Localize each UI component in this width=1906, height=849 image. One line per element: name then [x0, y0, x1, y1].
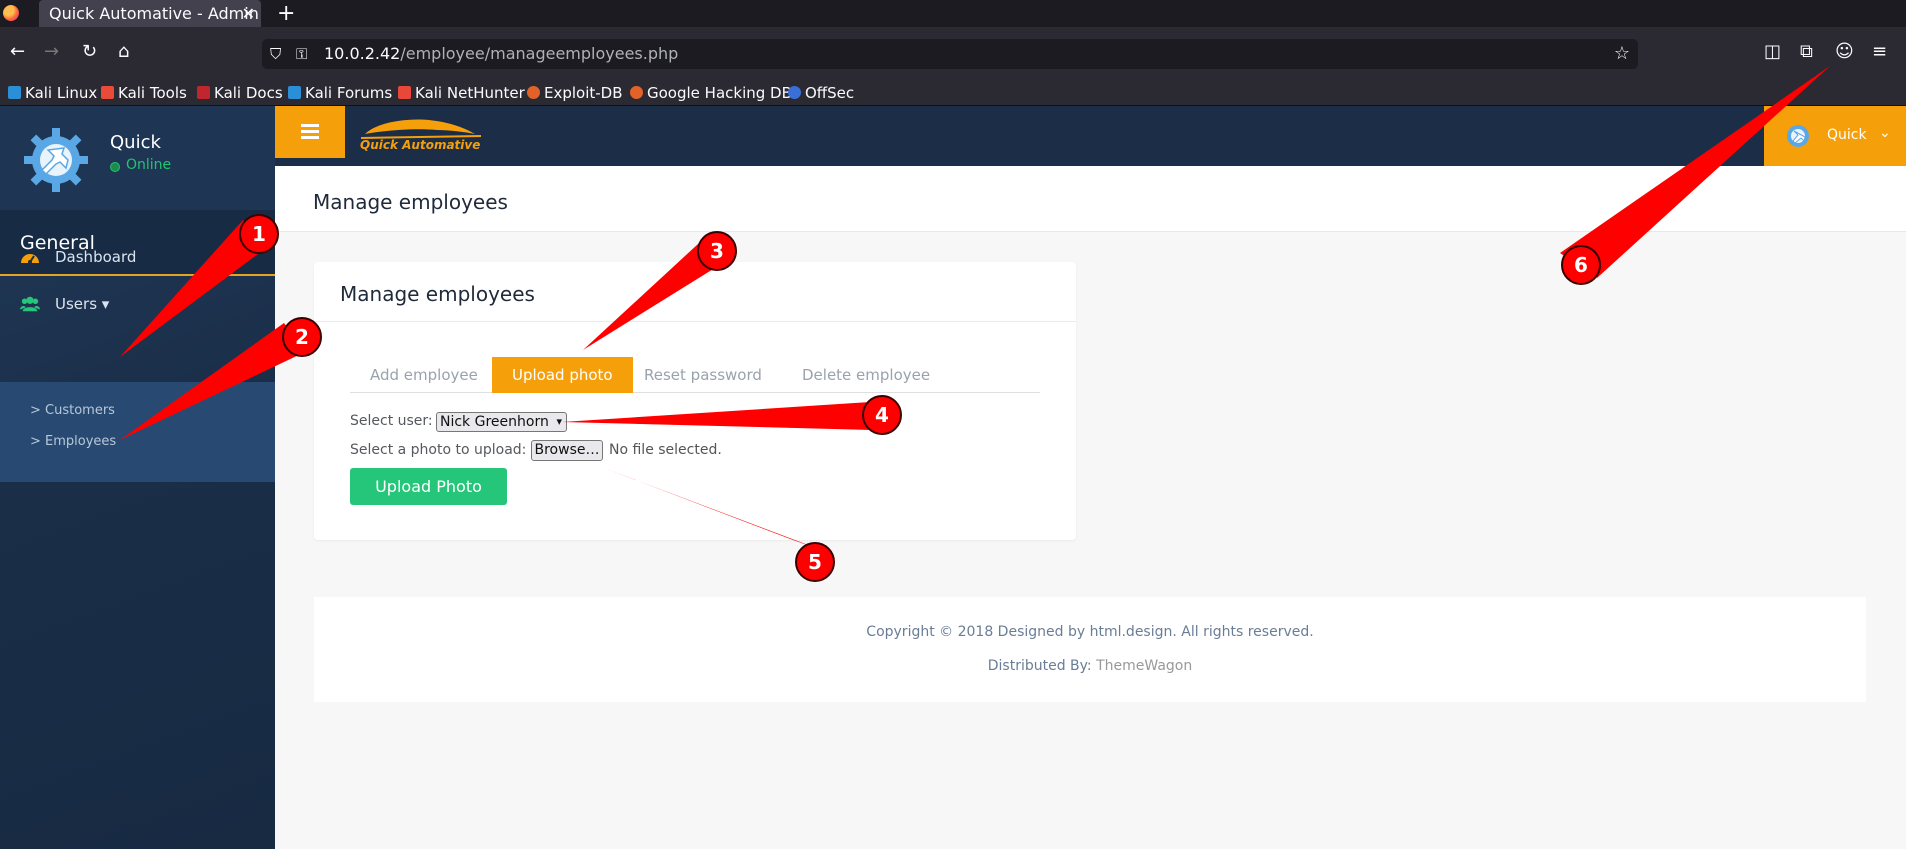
- file-status-text: No file selected.: [609, 442, 722, 458]
- card-title: Manage employees: [340, 282, 535, 306]
- bookmark-exploit-db[interactable]: Exploit-DB: [527, 83, 623, 103]
- annotation-marker-5: [795, 542, 835, 582]
- kali-nethunter-icon: [398, 86, 411, 99]
- browser-tab[interactable]: Quick Automative - Admin pa ✕: [39, 0, 261, 27]
- distributed-prefix: Distributed By:: [987, 658, 1097, 674]
- sidebar: Quick Online General Dashboard Users ▾ >…: [0, 106, 275, 849]
- url-path: /employee/manageemployees.php: [400, 44, 679, 63]
- sidebar-profile: Quick Online: [0, 106, 275, 210]
- kali-linux-icon: [8, 86, 21, 99]
- chevron-down-icon: ▾: [556, 415, 562, 428]
- users-submenu: > Customers > Employees: [0, 382, 275, 482]
- address-bar[interactable]: ⛉ ⚿ 10.0.2.42/employee/manageemployees.p…: [262, 39, 1638, 69]
- shield-icon[interactable]: ⛉: [270, 39, 281, 69]
- bookmark-kali-docs[interactable]: Kali Docs: [197, 83, 283, 103]
- tab-reset-password[interactable]: Reset password: [624, 357, 782, 393]
- back-arrow-icon[interactable]: ←: [10, 41, 25, 63]
- upload-photo-button[interactable]: Upload Photo: [350, 468, 507, 505]
- sidebar-item-customers[interactable]: > Customers: [30, 403, 115, 418]
- sidebar-item-label: Users ▾: [55, 295, 110, 313]
- bookmark-kali-linux[interactable]: Kali Linux: [8, 83, 97, 103]
- profile-name: Quick: [110, 132, 161, 153]
- users-icon: [20, 296, 40, 312]
- annotation-label-6: 6: [1574, 253, 1588, 277]
- url-host: 10.0.2.42: [324, 44, 401, 63]
- card-divider: [314, 321, 1076, 322]
- employee-tabs: Add employee Upload photo Reset password…: [350, 357, 1040, 393]
- new-tab-button[interactable]: +: [277, 0, 295, 27]
- sidebar-toggle-button[interactable]: [275, 106, 345, 158]
- copyright-text: Copyright © 2018 Designed by html.design…: [866, 624, 1314, 640]
- footer: Copyright © 2018 Designed by html.design…: [314, 597, 1866, 702]
- online-status: Online: [126, 157, 172, 173]
- browser-tab-bar: Quick Automative - Admin pa ✕ +: [0, 0, 1906, 27]
- kali-tools-icon: [101, 86, 114, 99]
- offsec-icon: [788, 86, 801, 99]
- page-info-icon[interactable]: ⚿: [296, 39, 307, 69]
- gear-wrench-avatar-icon: [1787, 125, 1809, 147]
- firefox-logo-icon: [3, 5, 19, 21]
- user-name: Quick: [1827, 127, 1867, 143]
- photo-upload-label: Select a photo to upload:: [350, 442, 527, 458]
- tab-delete-employee[interactable]: Delete employee: [782, 357, 950, 393]
- profile-extension-icon[interactable]: ☺: [1835, 41, 1854, 62]
- user-menu-button[interactable]: Quick ⌄: [1764, 106, 1906, 166]
- online-status-icon: [110, 162, 120, 172]
- exploit-db-icon: [527, 86, 540, 99]
- bookmark-google-hacking-db[interactable]: Google Hacking DB: [630, 83, 792, 103]
- sidebar-item-employees[interactable]: > Employees: [30, 434, 116, 449]
- bookmark-offsec[interactable]: OffSec: [788, 83, 854, 103]
- reload-icon[interactable]: ↻: [82, 41, 97, 63]
- extensions-icon[interactable]: ⧉: [1800, 41, 1813, 62]
- bookmarks-toolbar: Kali Linux Kali Tools Kali Docs Kali For…: [0, 81, 1906, 106]
- top-header: Quick Automative Quick ⌄: [275, 106, 1906, 166]
- sidebar-section-general: General: [0, 210, 275, 276]
- tab-add-employee[interactable]: Add employee: [350, 357, 498, 393]
- dashboard-icon: [21, 254, 39, 264]
- kali-docs-icon: [197, 86, 210, 99]
- bookmark-star-icon[interactable]: ☆: [1614, 39, 1630, 69]
- page-title: Manage employees: [313, 190, 508, 214]
- annotation-label-3: 3: [710, 239, 724, 263]
- manage-employees-card: Manage employees Add employee Upload pho…: [314, 262, 1076, 540]
- kali-forums-icon: [288, 86, 301, 99]
- google-hacking-db-icon: [630, 86, 643, 99]
- brand-name: Quick Automative: [360, 138, 481, 152]
- tab-upload-photo[interactable]: Upload photo: [492, 357, 633, 393]
- bookmark-kali-tools[interactable]: Kali Tools: [101, 83, 187, 103]
- browse-button[interactable]: Browse…: [531, 440, 603, 461]
- bookmark-kali-forums[interactable]: Kali Forums: [288, 83, 392, 103]
- forward-arrow-icon[interactable]: →: [44, 41, 59, 63]
- themewagon-link[interactable]: ThemeWagon: [1096, 658, 1192, 674]
- pocket-icon[interactable]: ◫: [1764, 41, 1781, 62]
- chevron-down-icon: ⌄: [1879, 125, 1891, 141]
- select-user-value: Nick Greenhorn: [440, 414, 549, 430]
- sidebar-item-label: Dashboard: [55, 248, 137, 266]
- distributed-by: Distributed By: ThemeWagon: [314, 658, 1866, 674]
- annotation-label-5: 5: [808, 550, 822, 574]
- menu-hamburger-icon[interactable]: ≡: [1872, 41, 1887, 62]
- tab-title: Quick Automative - Admin pa: [49, 4, 261, 23]
- annotation-label-2: 2: [295, 325, 309, 349]
- page-header: Manage employees: [275, 166, 1906, 232]
- bookmark-kali-nethunter[interactable]: Kali NetHunter: [398, 83, 525, 103]
- select-user-label: Select user:: [350, 413, 433, 429]
- home-icon[interactable]: ⌂: [118, 41, 129, 63]
- browser-navigation-bar: ← → ↻ ⌂ ⛉ ⚿ 10.0.2.42/employee/manageemp…: [0, 27, 1906, 81]
- gear-wrench-avatar-icon: [24, 128, 88, 192]
- select-user-dropdown[interactable]: Nick Greenhorn ▾: [436, 412, 567, 432]
- tab-close-icon[interactable]: ✕: [242, 0, 255, 27]
- annotation-marker-6: [1561, 245, 1601, 285]
